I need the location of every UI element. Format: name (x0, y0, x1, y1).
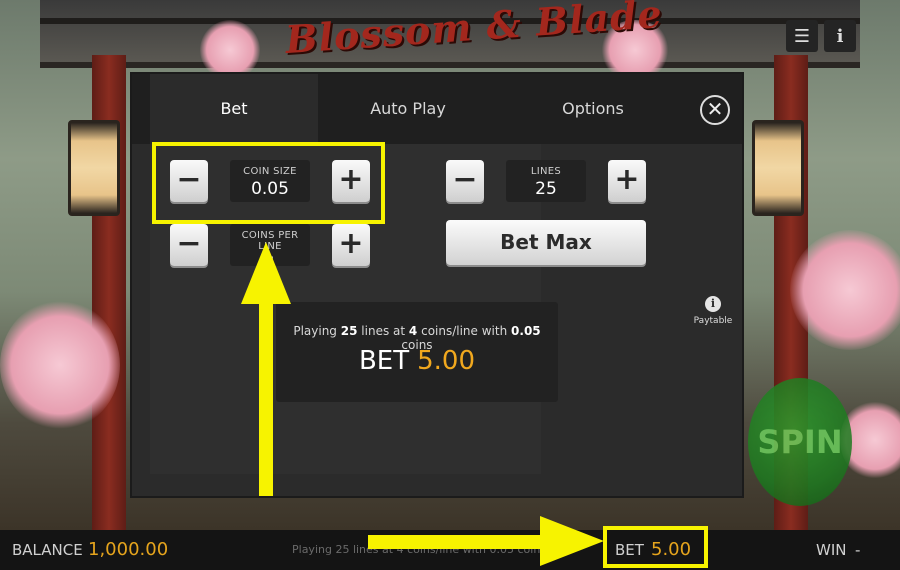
bet-max-button[interactable]: Bet Max (446, 220, 646, 265)
balance-value: 1,000.00 (88, 539, 169, 560)
summary-coin-size: 0.05 (511, 324, 541, 338)
summary-coins-per-line: 4 (408, 324, 418, 338)
dialog-tabs: Bet Auto Play Options ✕ (132, 74, 742, 144)
paytable-label: Paytable (693, 316, 733, 326)
summary-bet-total: BET 5.00 (276, 346, 558, 376)
tab-auto-play[interactable]: Auto Play (318, 74, 498, 144)
bet-summary: Playing 25 lines at 4 coins/line with 0.… (276, 302, 558, 402)
lines-increase-button[interactable]: + (608, 160, 646, 202)
summary-lines-text: lines at (361, 324, 406, 338)
lines-decrease-button[interactable]: − (446, 160, 484, 202)
summary-bet-value: 5.00 (417, 346, 476, 376)
bet-settings-dialog: Bet Auto Play Options ✕ − COIN SIZE 0.05… (132, 74, 742, 496)
balance-label: BALANCE (12, 541, 83, 559)
paytable-button[interactable]: i Paytable (693, 296, 733, 326)
lines-display: LINES 25 (506, 160, 586, 202)
close-icon[interactable]: ✕ (700, 95, 730, 125)
coins-per-line-decrease-button[interactable]: − (170, 224, 208, 266)
summary-prefix: Playing (293, 324, 337, 338)
left-lantern (68, 120, 120, 216)
arrow-right-icon (540, 516, 604, 566)
arrow-up-shaft (259, 300, 273, 496)
bet-highlight (603, 526, 708, 568)
cherry-blossom (200, 20, 260, 80)
info-icon[interactable]: i (824, 20, 856, 52)
summary-lines: 25 (340, 324, 358, 338)
cherry-blossom (790, 230, 900, 350)
coin-size-highlight (152, 142, 385, 224)
summary-coins-text: coins/line with (421, 324, 508, 338)
win-value: - (855, 541, 861, 559)
arrow-right-shaft (368, 535, 548, 549)
info-icon: i (705, 296, 721, 312)
win-label: WIN (816, 541, 847, 559)
arrow-up-icon (241, 242, 291, 304)
tab-options[interactable]: Options (498, 74, 688, 144)
spin-button[interactable]: SPIN (748, 378, 852, 506)
right-lantern (752, 120, 804, 216)
lines-value: 25 (535, 179, 557, 199)
coins-per-line-increase-button[interactable]: + (332, 224, 370, 266)
summary-bet-label: BET (358, 346, 410, 376)
cherry-blossom (0, 300, 120, 430)
lines-label: LINES (530, 166, 562, 177)
tab-bet[interactable]: Bet (150, 74, 318, 144)
menu-icon[interactable]: ☰ (786, 20, 818, 52)
